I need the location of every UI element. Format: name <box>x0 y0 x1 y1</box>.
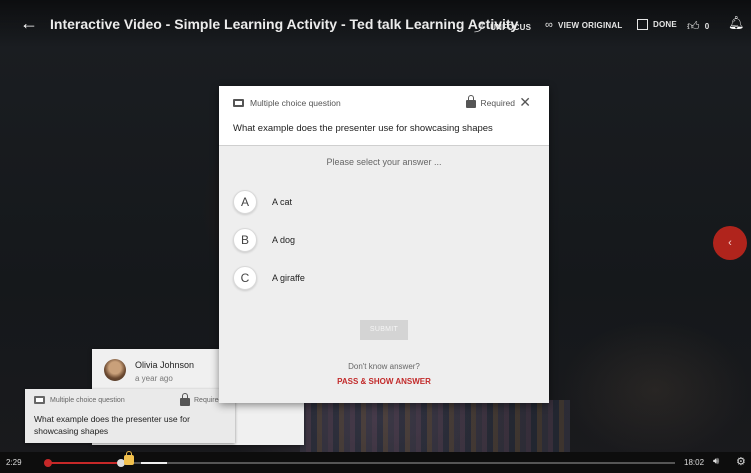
question-type: Multiple choice question <box>233 98 341 108</box>
video-background <box>560 320 750 460</box>
dont-know-text: Don't know answer? <box>348 362 420 371</box>
required-label: Required <box>480 97 516 108</box>
comment-author: Olivia Johnson <box>135 360 195 370</box>
comment-time: a year ago <box>135 374 173 383</box>
like-button[interactable]: 👍︎ 0 <box>687 19 709 34</box>
current-time: 2:29 <box>6 458 22 467</box>
video-background-pattern <box>300 400 570 460</box>
top-bar: ← Interactive Video - Simple Learning Ac… <box>0 0 751 48</box>
progress-track[interactable] <box>45 462 675 464</box>
option-letter: A <box>233 190 257 214</box>
lock-icon <box>465 95 476 108</box>
question-card-required: Required <box>180 393 222 406</box>
modal-header: Multiple choice question Required ✕ What… <box>219 86 549 146</box>
lock-icon[interactable] <box>124 451 134 465</box>
avatar <box>104 359 126 381</box>
volume-icon[interactable]: 🔊︎ <box>713 456 719 467</box>
option-letter: C <box>233 266 257 290</box>
link-icon: ∞ <box>545 19 554 31</box>
option-text: A giraffe <box>272 273 305 283</box>
question-type-label: Multiple choice question <box>250 98 341 108</box>
unfocus-icon: ⤴ <box>474 22 486 34</box>
question-text: What example does the presenter use for … <box>233 123 493 134</box>
duration: 18:02 <box>684 458 705 467</box>
question-card-type-label: Multiple choice question <box>50 396 125 404</box>
question-card-text: What example does the presenter use for … <box>34 414 190 436</box>
checkbox-icon <box>637 19 648 30</box>
option-c[interactable]: C A giraffe <box>233 265 533 291</box>
question-card-type: Multiple choice question <box>34 396 125 404</box>
video-question-icon <box>233 99 244 107</box>
view-original-label: VIEW ORIGINAL <box>558 20 623 30</box>
done-label: DONE <box>653 20 677 29</box>
arrow-left-icon[interactable]: ← <box>20 13 40 33</box>
gear-icon[interactable]: ⚙ <box>736 455 746 468</box>
like-count: 0 <box>704 22 710 31</box>
option-a[interactable]: A A cat <box>233 189 533 215</box>
thumbs-up-icon: 👍︎ <box>687 19 700 33</box>
submit-button[interactable]: SUBMIT <box>360 320 408 340</box>
unfocus-button[interactable]: ⤴ UNFOCUS <box>474 19 531 35</box>
done-button[interactable]: DONE <box>637 19 677 30</box>
bell-icon[interactable]: 🔔︎ <box>728 15 745 31</box>
required-badge: Required <box>465 95 516 108</box>
answer-prompt: Please select your answer ... <box>326 157 442 167</box>
chevron-left-icon: ‹ <box>728 237 732 249</box>
view-original-button[interactable]: ∞ VIEW ORIGINAL <box>545 19 622 31</box>
option-letter: B <box>233 228 257 252</box>
option-text: A dog <box>272 235 296 245</box>
progress-start-dot <box>44 459 52 467</box>
page-title: Interactive Video - Simple Learning Acti… <box>50 16 519 32</box>
progress-fill <box>45 462 121 464</box>
option-b[interactable]: B A dog <box>233 227 533 253</box>
video-question-icon <box>34 396 45 404</box>
question-modal: Multiple choice question Required ✕ What… <box>219 86 549 403</box>
unfocus-label: UNFOCUS <box>490 22 532 32</box>
lock-icon <box>180 393 190 406</box>
option-text: A cat <box>272 197 293 207</box>
side-panel-button[interactable]: ‹ <box>713 226 747 260</box>
player-controls: 2:29 18:02 🔊︎ ⚙ <box>0 451 751 473</box>
close-icon[interactable]: ✕ <box>519 95 531 109</box>
pass-show-answer-link[interactable]: PASS & SHOW ANSWER <box>219 377 549 386</box>
question-marker-card[interactable]: Multiple choice question Required What e… <box>25 389 235 443</box>
buffered-segment <box>141 462 167 464</box>
